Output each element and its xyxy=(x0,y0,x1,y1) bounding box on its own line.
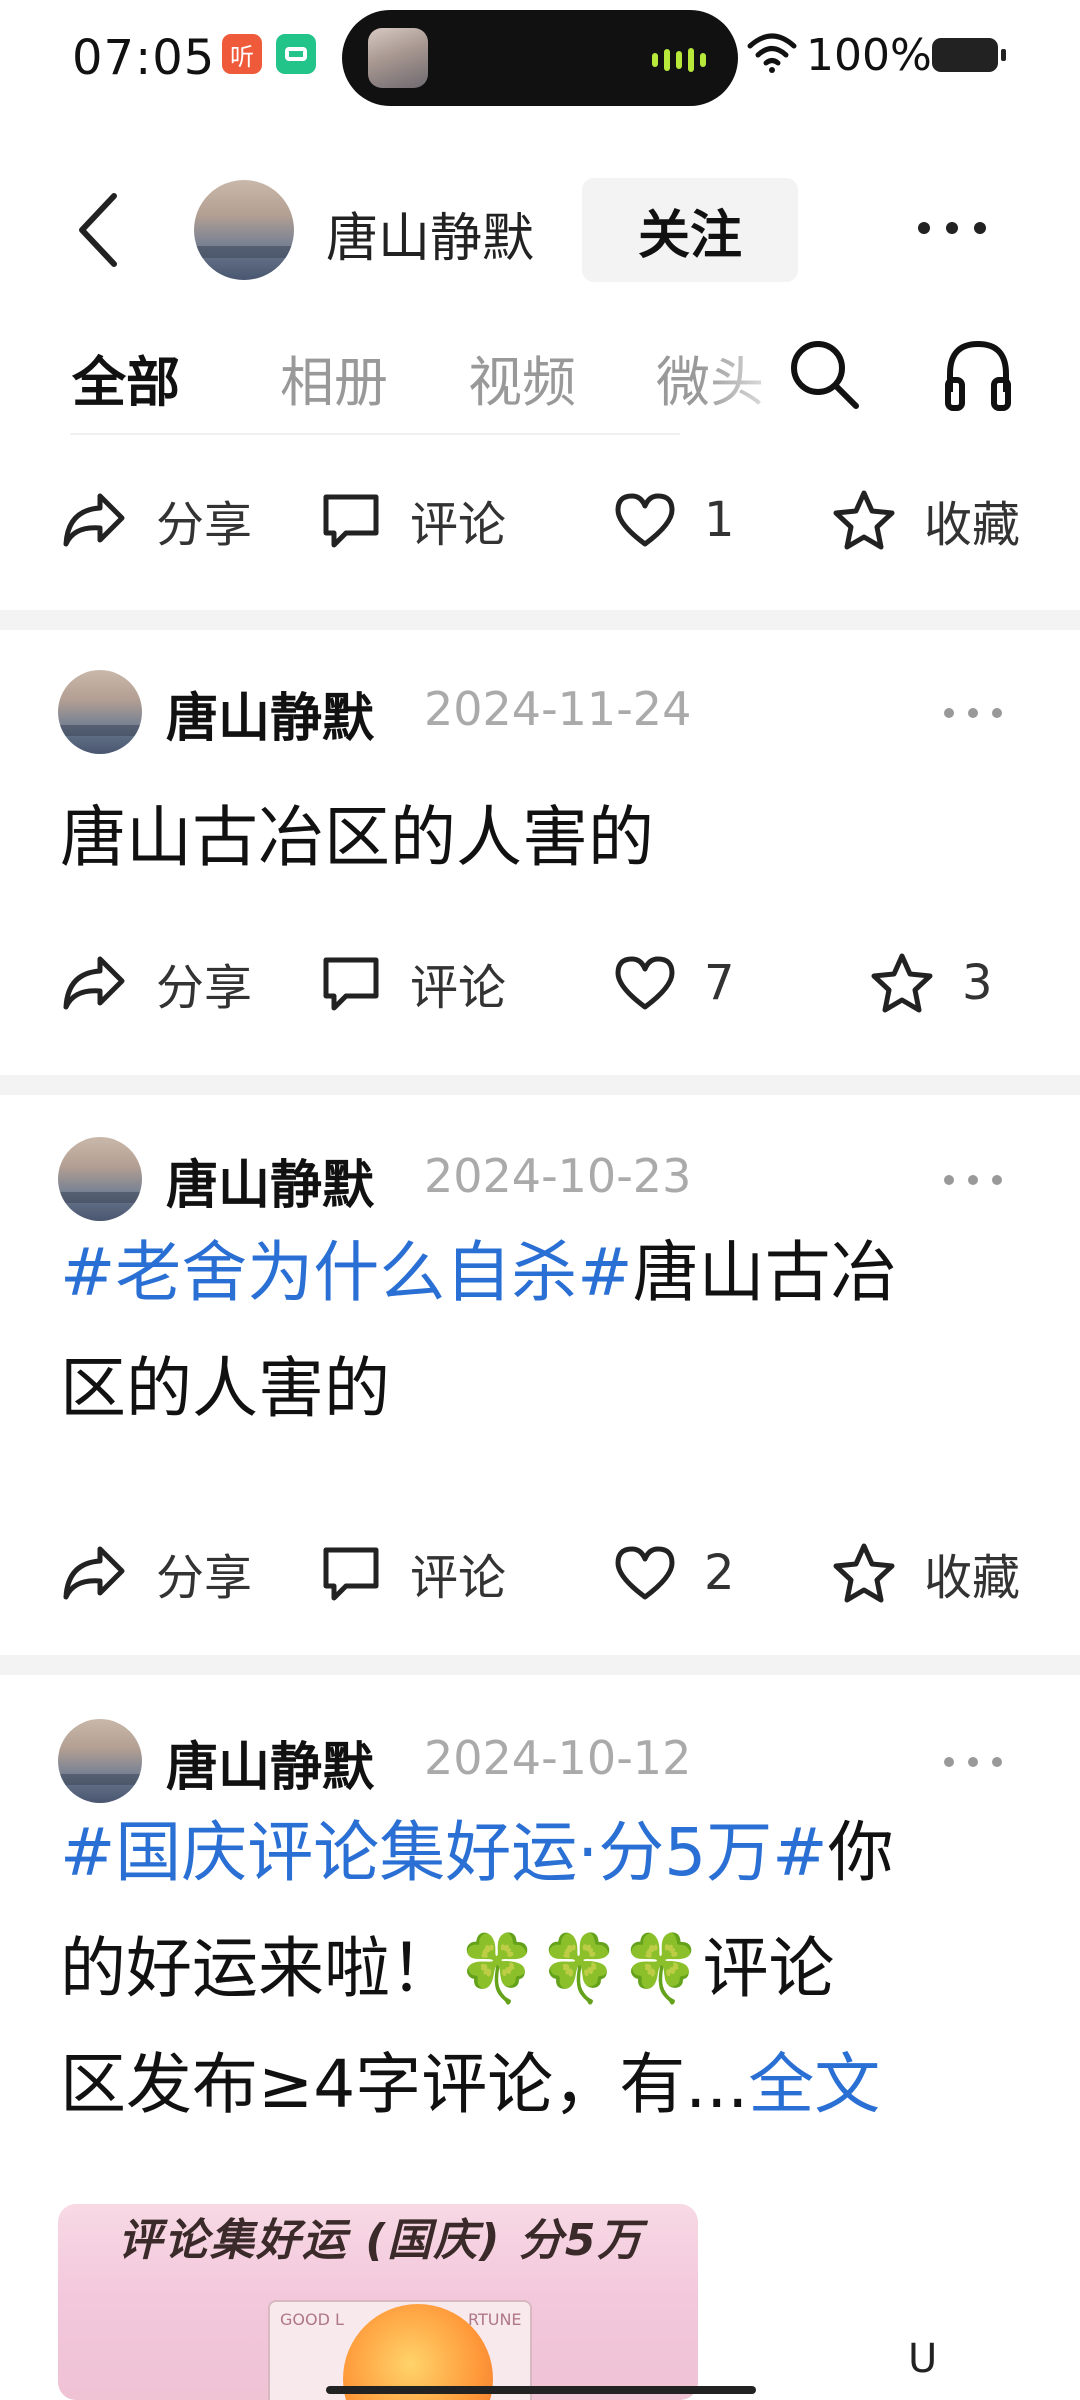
post-author[interactable]: 唐山静默 xyxy=(166,1725,374,1800)
battery-percentage: 100% xyxy=(806,30,932,81)
share-label: 分享 xyxy=(156,497,253,553)
post-text[interactable]: 唐山古冶区的人害的 xyxy=(60,780,1020,896)
search-icon[interactable] xyxy=(786,336,862,412)
post-author[interactable]: 唐山静默 xyxy=(166,676,374,751)
listen-app-icon: 听 xyxy=(222,34,262,74)
post-text-line2: 区的人害的 xyxy=(60,1350,390,1427)
comment-button[interactable]: 评论 xyxy=(320,938,506,1028)
like-count: 7 xyxy=(704,955,735,1011)
avatar[interactable] xyxy=(58,670,142,754)
avatar[interactable] xyxy=(58,1719,142,1803)
status-bar: 07:05 听 100% xyxy=(0,0,1080,120)
share-icon xyxy=(63,956,125,1010)
comment-button[interactable]: 评论 xyxy=(320,475,506,565)
tab-fade xyxy=(700,330,800,420)
favorite-label: 收藏 xyxy=(924,497,1021,553)
post-text-line1: 你 xyxy=(827,1814,894,1891)
divider xyxy=(0,1075,1080,1095)
share-button[interactable]: 分享 xyxy=(60,475,252,565)
follow-button[interactable]: 关注 xyxy=(582,178,798,282)
comment-label: 评论 xyxy=(410,497,507,553)
comment-icon xyxy=(323,494,379,548)
divider xyxy=(0,610,1080,630)
media-thumbnail xyxy=(368,28,428,88)
more-icon[interactable] xyxy=(944,1175,1002,1185)
divider xyxy=(0,1655,1080,1675)
share-icon xyxy=(63,1546,125,1600)
post-action-bar: 分享 评论 1 收藏 xyxy=(0,475,1080,565)
tab-video[interactable]: 视频 xyxy=(468,338,576,417)
like-button[interactable]: 1 xyxy=(614,475,735,565)
image-card-text-right: RTUNE xyxy=(468,2310,522,2329)
share-icon xyxy=(63,493,125,547)
comment-label: 评论 xyxy=(410,1550,507,1606)
post-text-line2: 的好运来啦！🍀🍀🍀评论 xyxy=(60,1930,835,2007)
share-button[interactable]: 分享 xyxy=(60,938,252,1028)
share-label: 分享 xyxy=(156,960,253,1016)
home-indicator[interactable] xyxy=(326,2386,756,2394)
heart-icon xyxy=(615,956,675,1010)
post-image[interactable]: 评论集好运 (国庆) 分5万 GOOD L RTUNE xyxy=(58,2204,698,2400)
tab-album[interactable]: 相册 xyxy=(280,338,388,417)
post-author[interactable]: 唐山静默 xyxy=(166,1143,374,1218)
topic-link[interactable]: #国庆评论集好运·分5万# xyxy=(60,1814,828,1891)
message-app-icon xyxy=(276,34,316,74)
post-action-bar: 分享 评论 7 3 xyxy=(0,938,1080,1028)
comment-button[interactable]: 评论 xyxy=(320,1528,506,1618)
favorite-button[interactable]: 收藏 xyxy=(832,475,1020,565)
comment-icon xyxy=(323,1547,379,1601)
full-text-link[interactable]: 全文 xyxy=(748,2046,880,2123)
post-card[interactable]: 唐山静默 2024-11-24 唐山古冶区的人害的 分享 评论 7 3 xyxy=(0,630,1080,1070)
topic-link[interactable]: #老舍为什么自杀# xyxy=(60,1234,633,1311)
floating-u-icon[interactable]: U xyxy=(908,2336,937,2382)
post-action-bar: 分享 评论 2 收藏 xyxy=(0,1528,1080,1618)
profile-tabs: 全部 相册 视频 微头 xyxy=(0,330,1080,430)
audio-wave-icon xyxy=(652,48,706,72)
status-time: 07:05 xyxy=(72,30,216,86)
favorite-label: 收藏 xyxy=(924,1550,1021,1606)
back-icon[interactable] xyxy=(70,190,126,270)
post-text-line3: 区发布≥4字评论，有... xyxy=(60,2046,749,2123)
like-count: 1 xyxy=(704,492,735,548)
comment-icon xyxy=(323,957,379,1011)
post-text[interactable]: #国庆评论集好运·分5万#你 的好运来啦！🍀🍀🍀评论 区发布≥4字评论，有...… xyxy=(60,1795,1020,2143)
more-icon[interactable] xyxy=(944,1757,1002,1767)
post-date: 2024-10-12 xyxy=(424,1731,692,1785)
battery-icon xyxy=(932,38,1006,72)
heart-icon xyxy=(615,493,675,547)
tab-all[interactable]: 全部 xyxy=(72,338,180,417)
post-text-line1: 唐山古冶 xyxy=(632,1234,897,1311)
avatar[interactable] xyxy=(58,1137,142,1221)
tab-underline xyxy=(70,433,680,435)
post-date: 2024-11-24 xyxy=(424,682,692,736)
profile-name[interactable]: 唐山静默 xyxy=(326,196,534,271)
star-icon xyxy=(871,953,933,1013)
image-title: 评论集好运 (国庆) 分5万 xyxy=(118,2215,644,2266)
dynamic-island[interactable] xyxy=(342,10,738,106)
wifi-icon xyxy=(747,33,797,73)
more-icon[interactable] xyxy=(944,708,1002,718)
like-button[interactable]: 2 xyxy=(614,1528,735,1618)
like-button[interactable]: 7 xyxy=(614,938,735,1028)
star-icon xyxy=(833,490,895,550)
image-card-text-left: GOOD L xyxy=(280,2310,344,2329)
more-icon[interactable] xyxy=(918,222,986,234)
profile-header: 唐山静默 关注 xyxy=(0,170,1080,290)
post-card[interactable]: 唐山静默 2024-10-23 #老舍为什么自杀#唐山古冶 区的人害的 分享 评… xyxy=(0,1095,1080,1655)
heart-icon xyxy=(615,1546,675,1600)
headphone-icon[interactable] xyxy=(942,336,1014,412)
like-count: 2 xyxy=(704,1545,735,1601)
post-text[interactable]: #老舍为什么自杀#唐山古冶 区的人害的 xyxy=(60,1215,1020,1447)
favorite-button[interactable]: 收藏 xyxy=(832,1528,1020,1618)
comment-label: 评论 xyxy=(410,960,507,1016)
share-button[interactable]: 分享 xyxy=(60,1528,252,1618)
favorite-count: 3 xyxy=(962,955,993,1011)
favorite-button[interactable]: 3 xyxy=(870,938,993,1028)
post-date: 2024-10-23 xyxy=(424,1149,692,1203)
share-label: 分享 xyxy=(156,1550,253,1606)
star-icon xyxy=(833,1543,895,1603)
avatar[interactable] xyxy=(194,180,294,280)
